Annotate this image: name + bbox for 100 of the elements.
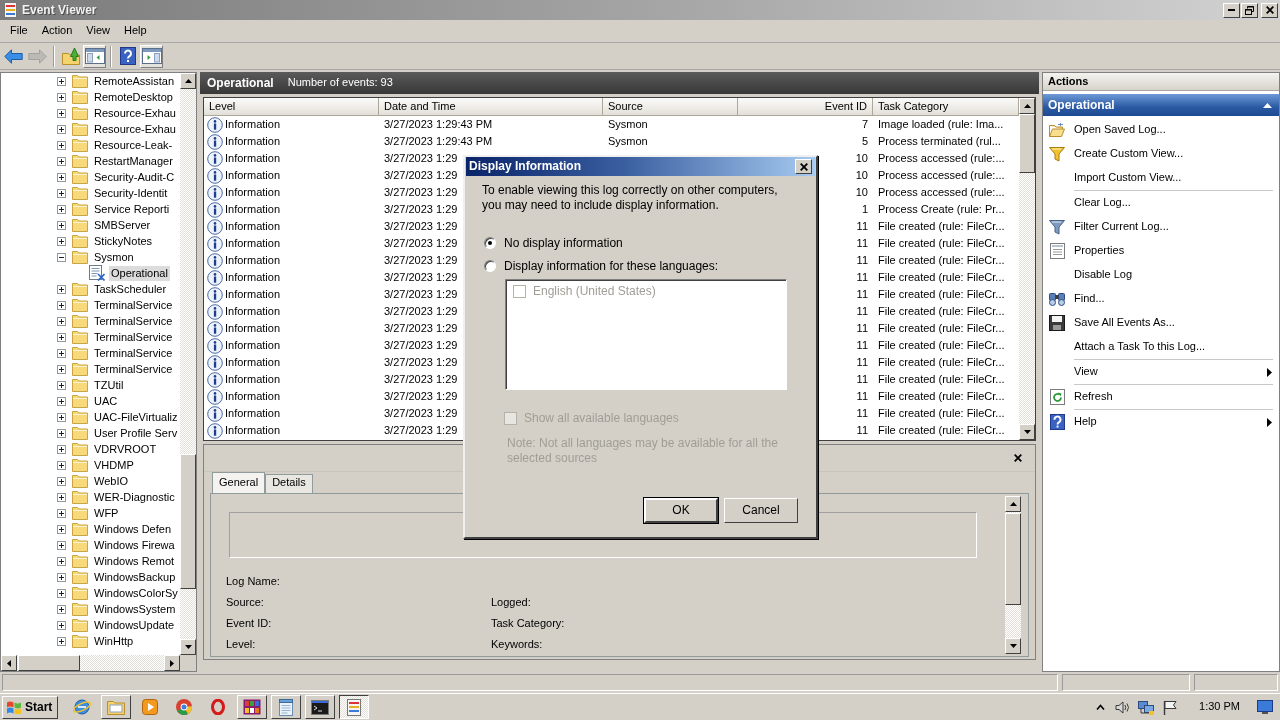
- scroll-down-button[interactable]: [1005, 638, 1021, 654]
- scroll-thumb[interactable]: [18, 655, 80, 671]
- taskbar-button[interactable]: [339, 695, 370, 719]
- expand-icon[interactable]: [57, 188, 66, 198]
- expand-icon[interactable]: [57, 124, 66, 134]
- scroll-down-button[interactable]: [1019, 424, 1035, 440]
- section-header[interactable]: Operational: [1043, 94, 1279, 116]
- close-button[interactable]: [795, 159, 812, 174]
- expand-icon[interactable]: [57, 620, 66, 630]
- tree-item[interactable]: TaskScheduler: [92, 281, 169, 297]
- tree-item[interactable]: WindowsBackup: [92, 569, 178, 585]
- tree-item[interactable]: TZUtil: [92, 377, 126, 393]
- column-header[interactable]: Date and Time: [379, 98, 603, 116]
- action-pane-button[interactable]: [140, 44, 163, 68]
- expand-icon[interactable]: [57, 396, 66, 406]
- command-link[interactable]: Clear Log...: [1043, 191, 1279, 215]
- expand-icon[interactable]: [57, 220, 66, 230]
- tree-item[interactable]: Resource-Exhau: [92, 105, 178, 121]
- tab[interactable]: Details: [265, 474, 313, 493]
- tree-item[interactable]: WindowsUpdate: [92, 617, 177, 633]
- expand-icon[interactable]: [57, 476, 66, 486]
- command-link[interactable]: Find...: [1043, 287, 1279, 311]
- tree-item[interactable]: User Profile Serv: [92, 425, 180, 441]
- tree-item[interactable]: Windows Firewa: [92, 537, 177, 553]
- expand-icon[interactable]: [57, 540, 66, 550]
- tab[interactable]: General: [212, 472, 266, 493]
- vertical-scrollbar[interactable]: [180, 73, 196, 655]
- menu-item[interactable]: Help: [116, 23, 154, 39]
- command-link[interactable]: Properties: [1043, 239, 1279, 263]
- expand-icon[interactable]: [57, 556, 66, 566]
- scroll-left-button[interactable]: [1, 655, 17, 671]
- collapse-icon[interactable]: [57, 252, 66, 262]
- menu-item[interactable]: File: [3, 23, 35, 39]
- expand-icon[interactable]: [57, 524, 66, 534]
- tree-item[interactable]: WFP: [92, 505, 121, 521]
- tree-item[interactable]: Windows Defen: [92, 521, 174, 537]
- column-header[interactable]: Level: [204, 98, 379, 116]
- command-link[interactable]: Create Custom View...: [1043, 142, 1279, 166]
- tree-item[interactable]: UAC-FileVirtualiz: [92, 409, 180, 425]
- expand-icon[interactable]: [57, 300, 66, 310]
- tree-item[interactable]: TerminalService: [92, 313, 175, 329]
- close-button[interactable]: [1261, 2, 1278, 18]
- tree-item[interactable]: VHDMP: [92, 457, 136, 473]
- command-link[interactable]: Attach a Task To this Log...: [1043, 335, 1279, 359]
- tree-item[interactable]: VDRVROOT: [92, 441, 159, 457]
- radio-label[interactable]: No display information: [504, 235, 623, 251]
- expand-icon[interactable]: [57, 636, 66, 646]
- expand-icon[interactable]: [57, 508, 66, 518]
- expand-icon[interactable]: [57, 92, 66, 102]
- tree-item[interactable]: Operational: [109, 265, 170, 281]
- command-link[interactable]: Filter Current Log...: [1043, 215, 1279, 239]
- command-link[interactable]: Open Saved Log...: [1043, 118, 1279, 142]
- tree-item[interactable]: TerminalService: [92, 329, 175, 345]
- tree-item[interactable]: Security-Identit: [92, 185, 170, 201]
- tree-item[interactable]: SMBServer: [92, 217, 153, 233]
- expand-icon[interactable]: [57, 316, 66, 326]
- tree-item[interactable]: Sysmon: [92, 249, 136, 265]
- tree-item[interactable]: UAC: [92, 393, 120, 409]
- horizontal-scrollbar[interactable]: [1, 655, 196, 671]
- column-header[interactable]: Source: [603, 98, 738, 116]
- radio-button[interactable]: [484, 260, 496, 272]
- expand-icon[interactable]: [57, 444, 66, 454]
- tree-item[interactable]: WinHttp: [92, 633, 136, 649]
- expand-icon[interactable]: [57, 236, 66, 246]
- tree-item[interactable]: Service Reporti: [92, 201, 172, 217]
- command-link[interactable]: Disable Log: [1043, 263, 1279, 287]
- tree-item[interactable]: WER-Diagnostic: [92, 489, 177, 505]
- radio-label[interactable]: Display information for these languages:: [504, 258, 719, 274]
- tree-item[interactable]: WindowsSystem: [92, 601, 178, 617]
- scroll-thumb[interactable]: [1005, 513, 1021, 605]
- tree-item[interactable]: RemoteDesktop: [92, 89, 175, 105]
- command-link[interactable]: Refresh: [1043, 385, 1279, 409]
- expand-icon[interactable]: [57, 428, 66, 438]
- scroll-up-button[interactable]: [1019, 98, 1035, 114]
- tree-item[interactable]: RemoteAssistan: [92, 73, 177, 89]
- menu-item[interactable]: View: [79, 23, 117, 39]
- scroll-up-button[interactable]: [1005, 496, 1021, 512]
- expand-icon[interactable]: [57, 108, 66, 118]
- tree-item[interactable]: Windows Remot: [92, 553, 177, 569]
- column-header[interactable]: Event ID: [738, 98, 873, 116]
- column-header[interactable]: Task Category: [873, 98, 1019, 116]
- radio-button[interactable]: [484, 237, 496, 249]
- start-button[interactable]: Start: [2, 695, 59, 719]
- expand-icon[interactable]: [57, 460, 66, 470]
- tree-item[interactable]: WindowsColorSy: [92, 585, 180, 601]
- expand-icon[interactable]: [57, 284, 66, 294]
- ok-button[interactable]: OK: [644, 498, 718, 523]
- expand-icon[interactable]: [57, 380, 66, 390]
- tree-item[interactable]: RestartManager: [92, 153, 175, 169]
- minimize-button[interactable]: [1223, 2, 1240, 18]
- expand-icon[interactable]: [57, 332, 66, 342]
- tree-item[interactable]: Security-Audit-C: [92, 169, 177, 185]
- command-link[interactable]: Help: [1043, 410, 1279, 434]
- expand-icon[interactable]: [57, 492, 66, 502]
- scroll-up-button[interactable]: [180, 73, 196, 89]
- expand-icon[interactable]: [57, 412, 66, 422]
- vertical-scrollbar[interactable]: [1005, 496, 1021, 654]
- tree-item[interactable]: Resource-Leak-: [92, 137, 175, 153]
- tree-item[interactable]: TerminalService: [92, 297, 175, 313]
- scroll-right-button[interactable]: [164, 655, 180, 671]
